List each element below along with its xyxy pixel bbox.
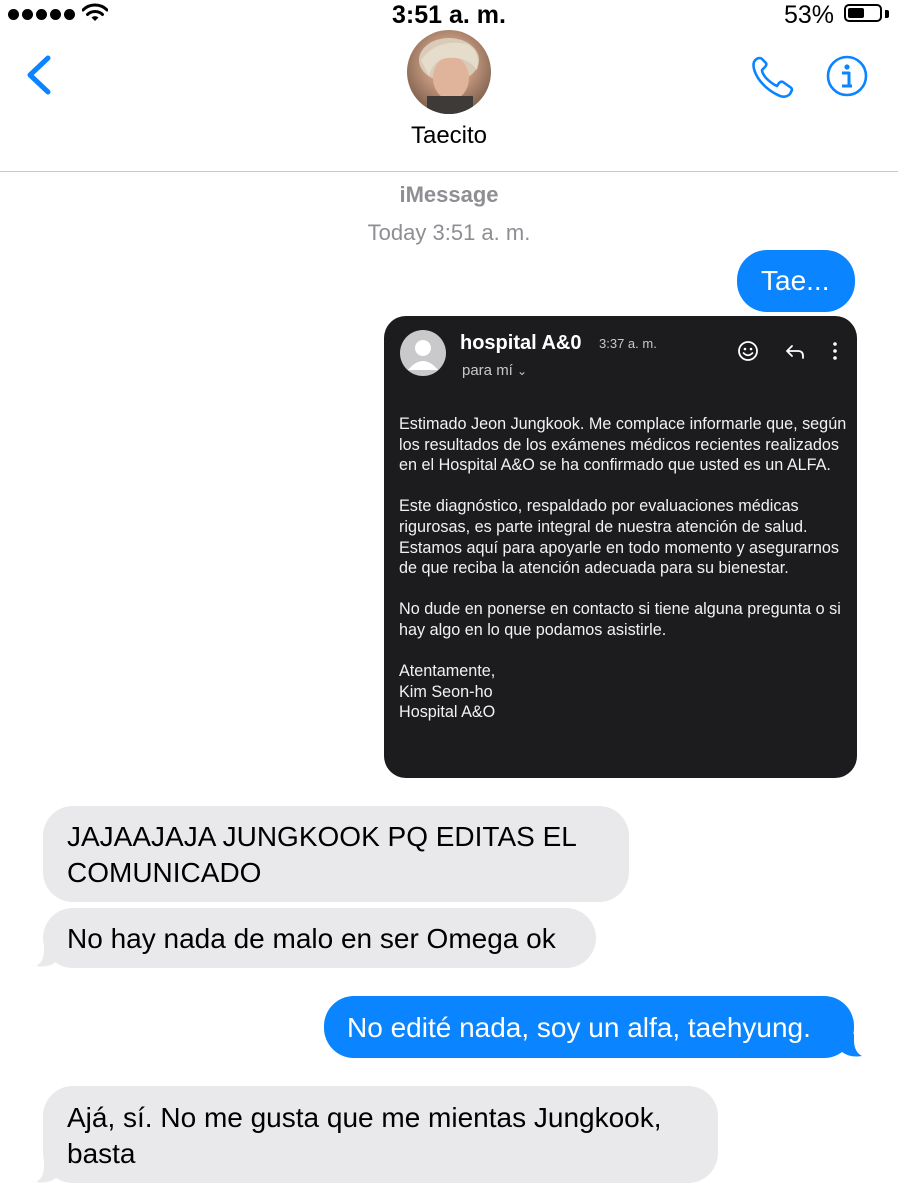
- email-screenshot-image[interactable]: hospital A&0 3:37 a. m. para mí ⌄ Estima…: [384, 316, 857, 778]
- email-paragraph: Estimado Jeon Jungkook. Me complace info…: [399, 415, 847, 475]
- status-bar: 3:51 a. m. 53%: [0, 0, 898, 30]
- battery-tip: [885, 10, 889, 18]
- outgoing-message-bubble[interactable]: No edité nada, soy un alfa, taehyung.: [324, 996, 854, 1058]
- email-body: Estimado Jeon Jungkook. Me complace info…: [399, 414, 849, 723]
- email-sender: hospital A&0: [460, 332, 582, 354]
- email-signature: Atentamente, Kim Seon-ho Hospital A&O: [399, 661, 849, 723]
- info-icon[interactable]: [826, 55, 868, 97]
- outgoing-message-bubble[interactable]: Tae...: [737, 250, 855, 312]
- incoming-bubble-tail: [36, 1160, 56, 1183]
- emoji-reaction-icon: [738, 341, 758, 361]
- chevron-down-icon: ⌄: [517, 364, 528, 378]
- conversation-header: Taecito: [0, 30, 898, 172]
- email-time: 3:37 a. m.: [599, 336, 657, 351]
- email-recipient: para mí ⌄: [462, 362, 527, 379]
- message-text: Tae...: [761, 265, 830, 296]
- conversation-timestamp: Today 3:51 a. m.: [367, 220, 531, 245]
- message-text: JAJAAJAJA JUNGKOOK PQ EDITAS EL COMUNICA…: [67, 821, 576, 888]
- email-paragraph: No dude en ponerse en contacto si tiene …: [399, 600, 841, 639]
- signature-line: Kim Seon-ho: [399, 682, 493, 701]
- incoming-message-bubble[interactable]: Ajá, sí. No me gusta que me mientas Jung…: [43, 1086, 718, 1183]
- signature-line: Atentamente,: [399, 662, 496, 681]
- reply-icon: [786, 345, 804, 359]
- email-recipient-label: para mí: [462, 362, 513, 379]
- sender-avatar-icon: [400, 330, 446, 376]
- outgoing-bubble-tail: [842, 1034, 862, 1057]
- battery-icon: [844, 4, 882, 22]
- phone-icon[interactable]: [750, 54, 796, 100]
- message-text: No edité nada, soy un alfa, taehyung.: [347, 1012, 811, 1043]
- message-text: Ajá, sí. No me gusta que me mientas Jung…: [67, 1102, 662, 1169]
- contact-name[interactable]: Taecito: [0, 122, 898, 150]
- back-chevron-icon[interactable]: [22, 54, 56, 96]
- incoming-bubble-tail: [36, 944, 56, 967]
- more-vertical-icon: [833, 342, 837, 360]
- battery-percentage: 53%: [783, 1, 834, 29]
- email-paragraph: Este diagnóstico, respaldado por evaluac…: [399, 497, 840, 578]
- contact-avatar[interactable]: [407, 30, 491, 114]
- incoming-message-bubble[interactable]: No hay nada de malo en ser Omega ok: [43, 908, 596, 968]
- message-text: No hay nada de malo en ser Omega ok: [67, 923, 556, 954]
- service-label: iMessage: [399, 182, 499, 207]
- status-time: 3:51 a. m.: [392, 1, 506, 29]
- signature-line: Hospital A&O: [399, 703, 496, 722]
- incoming-message-bubble[interactable]: JAJAAJAJA JUNGKOOK PQ EDITAS EL COMUNICA…: [43, 806, 629, 902]
